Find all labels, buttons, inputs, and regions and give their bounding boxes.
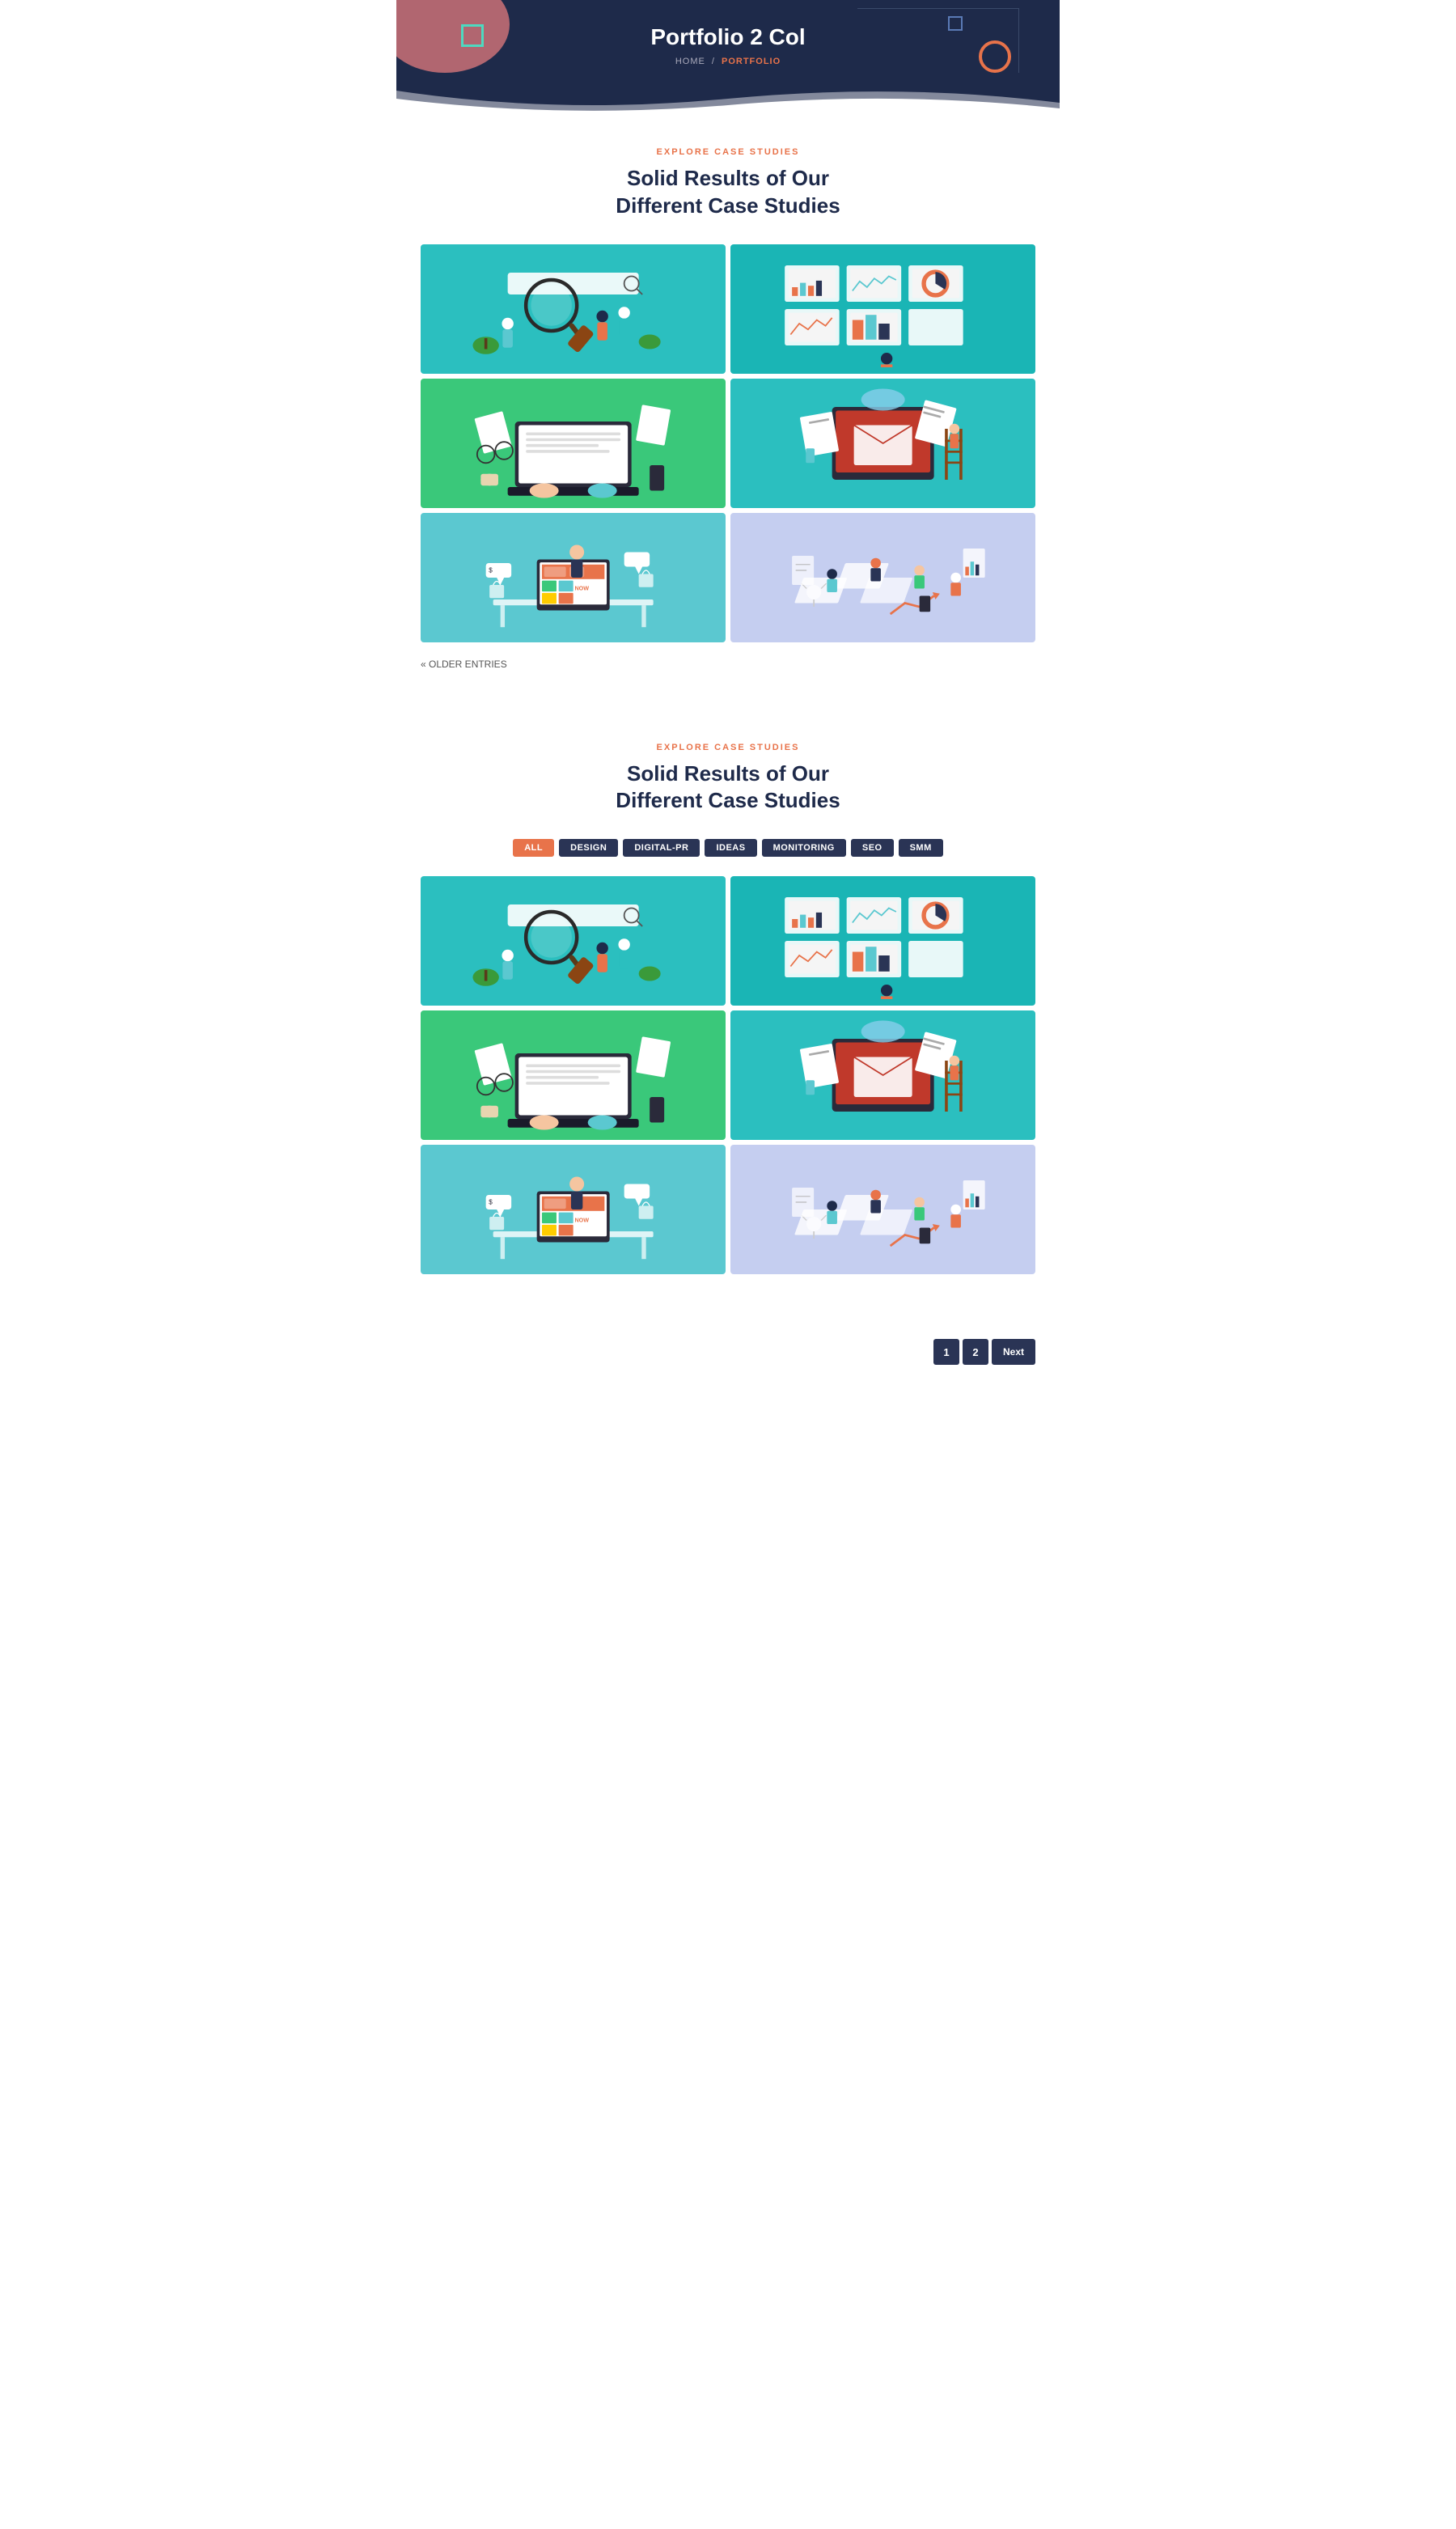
breadcrumb-separator: / [712, 57, 715, 66]
filter-digital-pr[interactable]: DIGITAL-PR [623, 839, 700, 857]
filter-ideas[interactable]: IDEAS [705, 839, 756, 857]
portfolio-item-4[interactable] [730, 379, 1035, 508]
svg-text:NOW: NOW [574, 1216, 589, 1223]
filter-seo[interactable]: SEO [851, 839, 894, 857]
portfolio-item-2-4[interactable] [730, 1010, 1035, 1140]
header-wave [396, 74, 1060, 115]
section1-label: EXPLORE CASE STUDIES [421, 147, 1035, 157]
filter-all[interactable]: ALL [513, 839, 554, 857]
section1-title: Solid Results of Our Different Case Stud… [421, 165, 1035, 220]
filter-monitoring[interactable]: MONITORING [762, 839, 846, 857]
filter-smm[interactable]: SMM [899, 839, 943, 857]
portfolio-grid-1: NOW $ [421, 244, 1035, 642]
portfolio-item-6[interactable] [730, 513, 1035, 642]
page-2-button[interactable]: 2 [963, 1339, 988, 1365]
section2-label: EXPLORE CASE STUDIES [421, 743, 1035, 752]
section2-title: Solid Results of Our Different Case Stud… [421, 760, 1035, 815]
portfolio-item-3[interactable] [421, 379, 726, 508]
portfolio-item-2-3[interactable] [421, 1010, 726, 1140]
breadcrumb: HOME / PORTFOLIO [413, 57, 1043, 66]
svg-text:NOW: NOW [574, 584, 589, 591]
portfolio-grid-2: NOW $ [421, 876, 1035, 1274]
portfolio-item-5[interactable]: NOW $ [421, 513, 726, 642]
portfolio-item-2-6[interactable] [730, 1145, 1035, 1274]
next-button[interactable]: Next [992, 1339, 1035, 1365]
section-1: EXPLORE CASE STUDIES Solid Results of Ou… [396, 115, 1060, 710]
page-header: Portfolio 2 Col HOME / PORTFOLIO [396, 0, 1060, 115]
portfolio-item-2-5[interactable]: NOW $ [421, 1145, 726, 1274]
section-2: EXPLORE CASE STUDIES Solid Results of Ou… [396, 710, 1060, 1324]
filter-tabs: ALL DESIGN DIGITAL-PR IDEAS MONITORING S… [421, 839, 1035, 857]
svg-text:$: $ [489, 1199, 493, 1206]
filter-design[interactable]: DESIGN [559, 839, 618, 857]
portfolio-item-2[interactable] [730, 244, 1035, 374]
page-title: Portfolio 2 Col [413, 24, 1043, 50]
portfolio-item-1[interactable] [421, 244, 726, 374]
page-1-button[interactable]: 1 [933, 1339, 959, 1365]
breadcrumb-home[interactable]: HOME [675, 57, 705, 66]
pagination: 1 2 Next [396, 1323, 1060, 1389]
portfolio-item-2-1[interactable] [421, 876, 726, 1006]
svg-text:$: $ [489, 566, 493, 574]
older-entries[interactable]: « OLDER ENTRIES [421, 659, 1035, 670]
breadcrumb-current: PORTFOLIO [722, 57, 781, 66]
portfolio-item-2-2[interactable] [730, 876, 1035, 1006]
